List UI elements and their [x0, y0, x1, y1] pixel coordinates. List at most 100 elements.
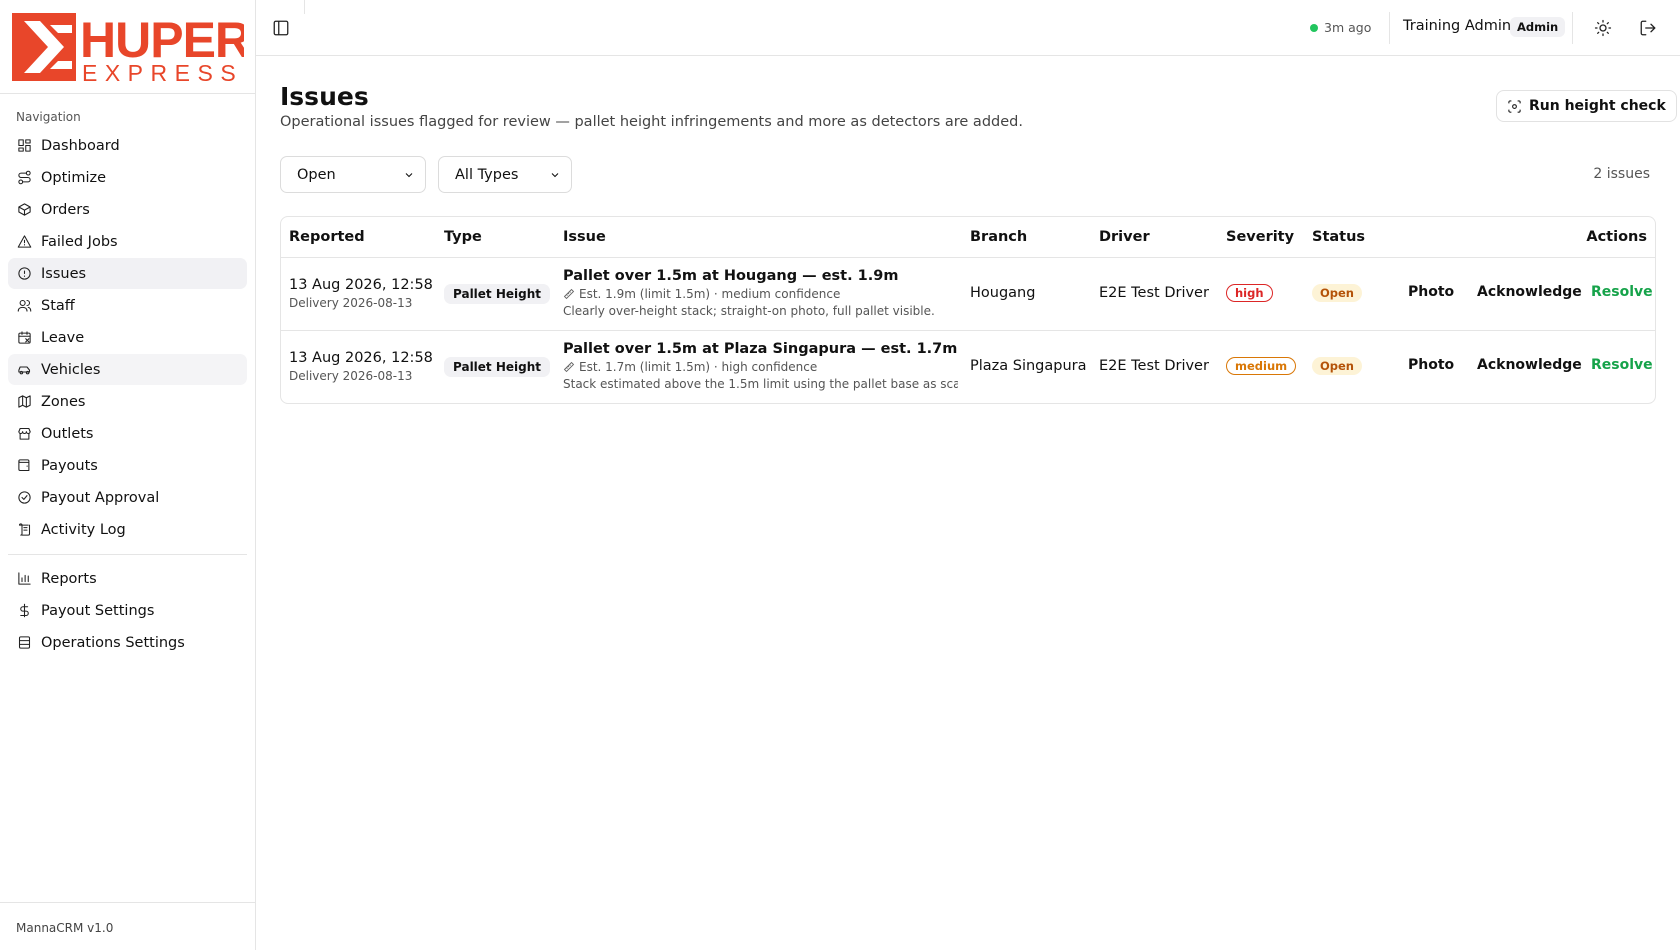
severity-cell: high — [1226, 284, 1273, 302]
sidebar-item-issues[interactable]: Issues — [8, 258, 247, 289]
sidebar-item-orders[interactable]: Orders — [8, 194, 247, 225]
driver-cell: E2E Test Driver — [1099, 285, 1209, 301]
chevron-down-icon — [403, 169, 415, 181]
sidebar-item-label: Issues — [41, 265, 87, 282]
branch-cell: Hougang — [970, 285, 1036, 301]
column-header[interactable]: Status — [1312, 229, 1365, 245]
sidebar-item-payouts[interactable]: Payouts — [8, 450, 247, 481]
column-header[interactable]: Reported — [289, 229, 365, 245]
sidebar-item-label: Dashboard — [41, 137, 120, 154]
sidebar-item-staff[interactable]: Staff — [8, 290, 247, 321]
theme-toggle-button[interactable] — [1594, 19, 1612, 37]
sidebar-item-label: Optimize — [41, 169, 107, 186]
route-icon — [16, 170, 32, 186]
top-divider — [1572, 12, 1573, 44]
photo-button[interactable]: Photo — [1408, 357, 1454, 373]
issue-cell: Pallet over 1.5m at Hougang — est. 1.9m … — [563, 268, 958, 318]
photo-button[interactable]: Photo — [1408, 284, 1454, 300]
type-badge: Pallet Height — [444, 357, 551, 377]
page-subtitle: Operational issues flagged for review — … — [280, 114, 1023, 130]
scroll-icon — [16, 522, 32, 538]
sidebar-item-outlets[interactable]: Outlets — [8, 418, 247, 449]
type-filter-select[interactable]: All Types — [438, 156, 572, 193]
run-height-check-button[interactable]: Run height check — [1496, 90, 1677, 122]
driver-cell: E2E Test Driver — [1099, 358, 1209, 374]
sun-icon — [1594, 19, 1612, 37]
acknowledge-button[interactable]: Acknowledge — [1477, 357, 1582, 373]
issue-note: Stack estimated above the 1.5m limit usi… — [563, 377, 958, 391]
user-name: Training Admin — [1403, 18, 1512, 34]
type-filter-value: All Types — [455, 166, 519, 183]
status-cell: Open — [1312, 284, 1362, 302]
issues-table: Reported Type Issue Branch Driver Severi… — [280, 216, 1656, 404]
sidebar-item-label: Reports — [41, 570, 97, 587]
run-height-check-label: Run height check — [1529, 98, 1666, 114]
issue-estimate: Est. 1.7m (limit 1.5m) · high confidence — [579, 360, 818, 374]
reported-date: 13 Aug 2026, 12:58 — [289, 277, 433, 293]
reported-cell: 13 Aug 2026, 12:58 Delivery 2026-08-13 — [289, 277, 433, 310]
sidebar-item-payout-settings[interactable]: Payout Settings — [8, 595, 247, 626]
sidebar-item-label: Payout Approval — [41, 489, 160, 506]
sidebar-item-label: Orders — [41, 201, 90, 218]
status-filter-select[interactable]: Open — [280, 156, 426, 193]
resolve-button[interactable]: Resolve — [1591, 357, 1653, 373]
sidebar-item-label: Failed Jobs — [41, 233, 118, 250]
nav-heading: Navigation — [16, 110, 81, 124]
sidebar-item-label: Zones — [41, 393, 86, 410]
delivery-date: Delivery 2026-08-13 — [289, 296, 413, 310]
issue-note: Clearly over-height stack; straight-on p… — [563, 304, 935, 318]
sidebar-item-zones[interactable]: Zones — [8, 386, 247, 417]
issue-title: Pallet over 1.5m at Hougang — est. 1.9m — [563, 268, 899, 284]
ruler-icon — [563, 288, 575, 300]
package-icon — [16, 202, 32, 218]
log-out-icon — [1640, 20, 1656, 36]
sidebar-item-label: Operations Settings — [41, 634, 185, 651]
issue-count: 2 issues — [1593, 166, 1650, 182]
ruler-icon — [563, 361, 575, 373]
alert-circle-icon — [16, 266, 32, 282]
sidebar-item-activity-log[interactable]: Activity Log — [8, 514, 247, 545]
table-row: 13 Aug 2026, 12:58 Delivery 2026-08-13 P… — [281, 331, 1655, 403]
sidebar-item-reports[interactable]: Reports — [8, 563, 247, 594]
sidebar-item-operations-settings[interactable]: Operations Settings — [8, 627, 247, 658]
role-badge: Admin — [1510, 17, 1566, 37]
issue-meta: Est. 1.7m (limit 1.5m) · high confidence — [563, 360, 958, 374]
online-dot-icon — [1310, 23, 1318, 32]
scan-icon — [1508, 99, 1521, 113]
sidebar-item-vehicles[interactable]: Vehicles — [8, 354, 247, 385]
acknowledge-button[interactable]: Acknowledge — [1477, 284, 1582, 300]
sync-time: 3m ago — [1324, 20, 1372, 35]
severity-badge: high — [1226, 284, 1273, 302]
sidebar-item-label: Outlets — [41, 425, 94, 442]
bar-chart-icon — [16, 571, 32, 587]
status-filter-value: Open — [297, 166, 336, 183]
column-header[interactable]: Type — [444, 229, 482, 245]
issue-meta: Est. 1.9m (limit 1.5m) · medium confiden… — [563, 287, 958, 301]
sidebar-item-payout-approval[interactable]: Payout Approval — [8, 482, 247, 513]
sidebar-toggle-button[interactable] — [272, 19, 290, 37]
sidebar-item-leave[interactable]: Leave — [8, 322, 247, 353]
users-icon — [16, 298, 32, 314]
sidebar-item-failed-jobs[interactable]: Failed Jobs — [8, 226, 247, 257]
brand-logo[interactable]: HUPER EXPRESS — [0, 0, 255, 94]
severity-cell: medium — [1226, 357, 1297, 375]
logout-button[interactable] — [1639, 19, 1657, 37]
column-header[interactable]: Driver — [1099, 229, 1150, 245]
issue-title: Pallet over 1.5m at Plaza Singapura — es… — [563, 341, 958, 357]
resolve-button[interactable]: Resolve — [1591, 284, 1653, 300]
column-header[interactable]: Severity — [1226, 229, 1294, 245]
column-header[interactable]: Issue — [563, 229, 606, 245]
database-icon — [16, 635, 32, 651]
column-header[interactable]: Branch — [970, 229, 1027, 245]
type-cell: Pallet Height — [444, 357, 551, 377]
page-title: Issues — [280, 82, 369, 111]
map-icon — [16, 394, 32, 410]
sidebar-item-optimize[interactable]: Optimize — [8, 162, 247, 193]
panel-left-icon — [273, 20, 289, 36]
sidebar-item-dashboard[interactable]: Dashboard — [8, 130, 247, 161]
sidebar-item-label: Activity Log — [41, 521, 126, 538]
sidebar-item-label: Payouts — [41, 457, 98, 474]
delivery-date: Delivery 2026-08-13 — [289, 369, 413, 383]
severity-badge: medium — [1226, 357, 1297, 375]
nav-divider — [8, 554, 247, 555]
